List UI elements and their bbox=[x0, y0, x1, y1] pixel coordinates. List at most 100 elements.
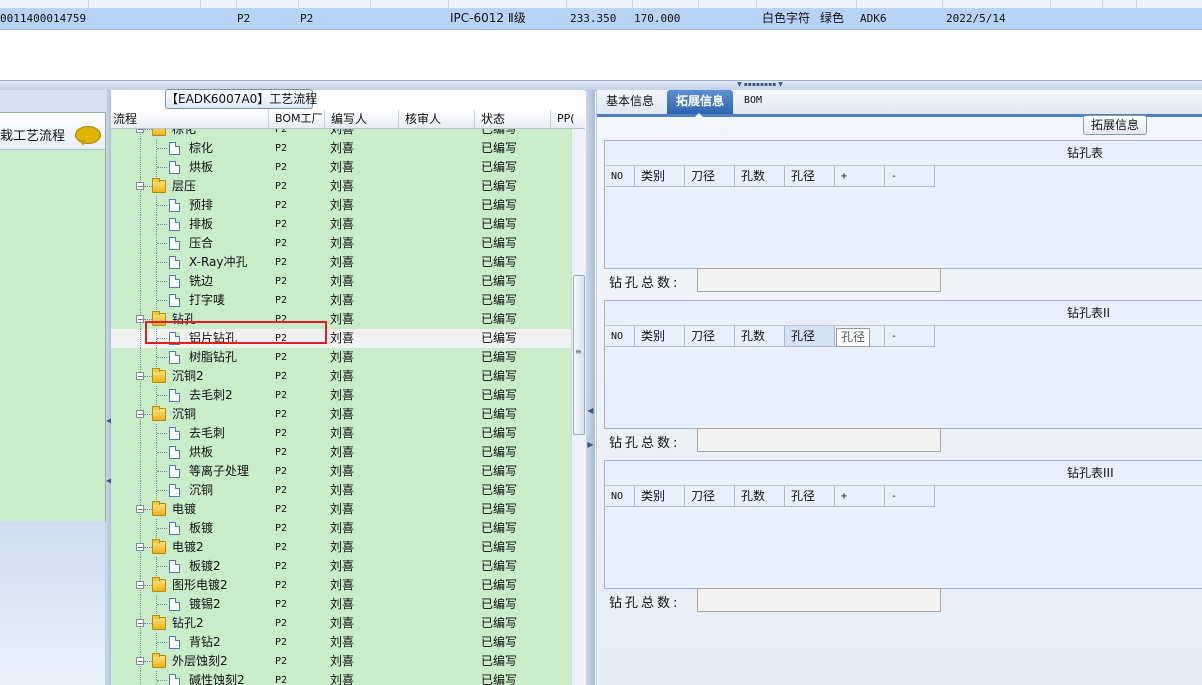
tree-row[interactable]: − 图形电镀2 P2 刘喜 已编写 bbox=[111, 576, 571, 595]
tree-row[interactable]: 压合 P2 刘喜 已编写 bbox=[111, 234, 571, 253]
tree-node-author: 刘喜 bbox=[330, 179, 355, 193]
tree-node-label: 电镀 bbox=[172, 502, 197, 516]
drill-col-no[interactable]: NO bbox=[605, 486, 635, 507]
tab-bom[interactable]: BOM bbox=[737, 90, 769, 114]
tree-row[interactable]: − 电镀 P2 刘喜 已编写 bbox=[111, 500, 571, 519]
tree-node-label: 烘板 bbox=[189, 160, 214, 174]
tree-node-label: 板镀2 bbox=[189, 559, 221, 573]
col-header-process[interactable]: 流程 bbox=[111, 110, 268, 128]
tree-row[interactable]: 排板 P2 刘喜 已编写 bbox=[111, 215, 571, 234]
tree-expander-icon[interactable]: − bbox=[136, 410, 144, 419]
tree-scrollbar-thumb[interactable]: ≡ bbox=[573, 275, 585, 435]
drill-add-button[interactable]: + bbox=[835, 166, 885, 187]
tree-row[interactable]: 镀锡2 P2 刘喜 已编写 bbox=[111, 595, 571, 614]
col-header-author[interactable]: 编写人 bbox=[324, 110, 398, 128]
tree-row[interactable]: − 钻孔2 P2 刘喜 已编写 bbox=[111, 614, 571, 633]
tree-connector bbox=[144, 319, 152, 320]
tree-expander-icon[interactable]: − bbox=[136, 657, 144, 666]
tree-node-status: 已编写 bbox=[481, 597, 518, 611]
col-header-status[interactable]: 状态 bbox=[474, 110, 550, 128]
drill-col-hole-dia[interactable]: 孔径 bbox=[785, 326, 835, 347]
process-tree-title[interactable]: 【EADK6007A0】工艺流程 bbox=[165, 89, 317, 109]
tree-node-factory: P2 bbox=[275, 390, 288, 401]
drill-remove-button[interactable]: - bbox=[885, 486, 935, 507]
drill-col-tool-dia[interactable]: 刀径 bbox=[685, 486, 735, 507]
tree-row[interactable]: 等离子处理 P2 刘喜 已编写 bbox=[111, 462, 571, 481]
col-header-pp[interactable]: PP( bbox=[550, 110, 585, 128]
drill-remove-button[interactable]: - bbox=[885, 166, 935, 187]
tree-expander-icon[interactable]: − bbox=[136, 372, 144, 381]
tree-expander-icon[interactable]: − bbox=[136, 543, 144, 552]
tree-row[interactable]: 去毛刺2 P2 刘喜 已编写 bbox=[111, 386, 571, 405]
drill-col-hole-count[interactable]: 孔数 bbox=[735, 326, 785, 347]
drill-remove-button[interactable]: - bbox=[885, 326, 935, 347]
process-tree[interactable]: − 棕化 P2 刘喜 已编写 棕化 P2 刘喜 已编写 烘板 P2 刘喜 已编写 − 层压 P2 刘喜 已编写 预排… bbox=[111, 129, 571, 685]
tree-row[interactable]: − 外层蚀刻2 P2 刘喜 已编写 bbox=[111, 652, 571, 671]
drill-col-hole-count[interactable]: 孔数 bbox=[735, 486, 785, 507]
tree-row[interactable]: 打字唛 P2 刘喜 已编写 bbox=[111, 291, 571, 310]
tab-extended-info[interactable]: 拓展信息 bbox=[667, 90, 733, 117]
tree-scrollbar[interactable]: ≡ bbox=[571, 129, 586, 685]
tree-row[interactable]: − 电镀2 P2 刘喜 已编写 bbox=[111, 538, 571, 557]
splitter-grip-icon[interactable]: ▼ ▪▪▪▪▪▪▪▪ ▼ bbox=[728, 82, 792, 88]
tree-row[interactable]: − 沉铜2 P2 刘喜 已编写 bbox=[111, 367, 571, 386]
tree-row[interactable]: − 棕化 P2 刘喜 已编写 bbox=[111, 129, 571, 139]
tree-row[interactable]: 预排 P2 刘喜 已编写 bbox=[111, 196, 571, 215]
tree-row[interactable]: 沉铜 P2 刘喜 已编写 bbox=[111, 481, 571, 500]
tree-row[interactable]: 板镀2 P2 刘喜 已编写 bbox=[111, 557, 571, 576]
grid-divider bbox=[1050, 0, 1051, 8]
tree-node-label: 棕化 bbox=[189, 141, 214, 155]
tree-node-factory: P2 bbox=[275, 447, 288, 458]
tree-row[interactable]: 树脂钻孔 P2 刘喜 已编写 bbox=[111, 348, 571, 367]
selected-grid-row[interactable]: 0011400014759 P2 P2 IPC-6012 Ⅱ级 233.350 … bbox=[0, 8, 1202, 30]
tree-row[interactable]: 板镀 P2 刘喜 已编写 bbox=[111, 519, 571, 538]
tree-row[interactable]: 烘板 P2 刘喜 已编写 bbox=[111, 158, 571, 177]
tree-expander-icon[interactable]: − bbox=[136, 315, 144, 324]
drill-col-hole-dia[interactable]: 孔径 bbox=[785, 486, 835, 507]
document-icon bbox=[169, 256, 180, 269]
tree-row[interactable]: X-Ray冲孔 P2 刘喜 已编写 bbox=[111, 253, 571, 272]
tree-node-status: 已编写 bbox=[481, 464, 518, 478]
tree-row[interactable]: 碱性蚀刻2 P2 刘喜 已编写 bbox=[111, 671, 571, 685]
col-header-bom-factory[interactable]: BOM工厂 bbox=[268, 110, 324, 128]
cell-mask-color: 绿色 bbox=[820, 11, 845, 25]
tree-row[interactable]: 去毛刺 P2 刘喜 已编写 bbox=[111, 424, 571, 443]
tree-connector bbox=[140, 595, 141, 614]
tree-connector bbox=[140, 253, 141, 272]
drill-col-tool-dia[interactable]: 刀径 bbox=[685, 166, 735, 187]
collapse-arrow-icon[interactable]: ◀ bbox=[586, 406, 595, 415]
drill-add-button[interactable]: + bbox=[835, 486, 885, 507]
drill-col-hole-dia[interactable]: 孔径 bbox=[785, 166, 835, 187]
right-vertical-splitter[interactable]: ◀ ▶ bbox=[586, 90, 595, 685]
drill-col-hole-count[interactable]: 孔数 bbox=[735, 166, 785, 187]
drill-col-tool-dia[interactable]: 刀径 bbox=[685, 326, 735, 347]
tree-row[interactable]: 烘板 P2 刘喜 已编写 bbox=[111, 443, 571, 462]
extended-info-button[interactable]: 拓展信息 bbox=[1083, 115, 1147, 135]
tree-node-factory: P2 bbox=[275, 129, 288, 135]
drill-col-type[interactable]: 类别 bbox=[635, 326, 685, 347]
drill-col-no[interactable]: NO bbox=[605, 326, 635, 347]
tree-row[interactable]: 铣边 P2 刘喜 已编写 bbox=[111, 272, 571, 291]
drill-col-type[interactable]: 类别 bbox=[635, 486, 685, 507]
speech-bubble-icon[interactable] bbox=[75, 126, 101, 146]
drill-count-field[interactable] bbox=[697, 588, 941, 612]
tree-expander-icon[interactable]: − bbox=[136, 129, 144, 134]
tree-connector bbox=[140, 234, 141, 253]
drill-count-field[interactable] bbox=[697, 428, 941, 452]
tree-expander-icon[interactable]: − bbox=[136, 581, 144, 590]
tree-row[interactable]: 背钻2 P2 刘喜 已编写 bbox=[111, 633, 571, 652]
tree-expander-icon[interactable]: − bbox=[136, 619, 144, 628]
col-header-reviewer[interactable]: 核审人 bbox=[398, 110, 474, 128]
expand-arrow-icon[interactable]: ▶ bbox=[586, 440, 595, 449]
tree-expander-icon[interactable]: − bbox=[136, 505, 144, 514]
drill-count-field[interactable] bbox=[697, 268, 941, 292]
process-card[interactable]: 栽工艺流程 bbox=[0, 112, 106, 522]
tab-basic-info[interactable]: 基本信息 bbox=[599, 90, 661, 114]
drill-col-type[interactable]: 类别 bbox=[635, 166, 685, 187]
tree-row[interactable]: 棕化 P2 刘喜 已编写 bbox=[111, 139, 571, 158]
tree-row[interactable]: − 层压 P2 刘喜 已编写 bbox=[111, 177, 571, 196]
drill-col-no[interactable]: NO bbox=[605, 166, 635, 187]
tree-node-factory: P2 bbox=[275, 371, 288, 382]
tree-expander-icon[interactable]: − bbox=[136, 182, 144, 191]
tree-row[interactable]: − 沉铜 P2 刘喜 已编写 bbox=[111, 405, 571, 424]
